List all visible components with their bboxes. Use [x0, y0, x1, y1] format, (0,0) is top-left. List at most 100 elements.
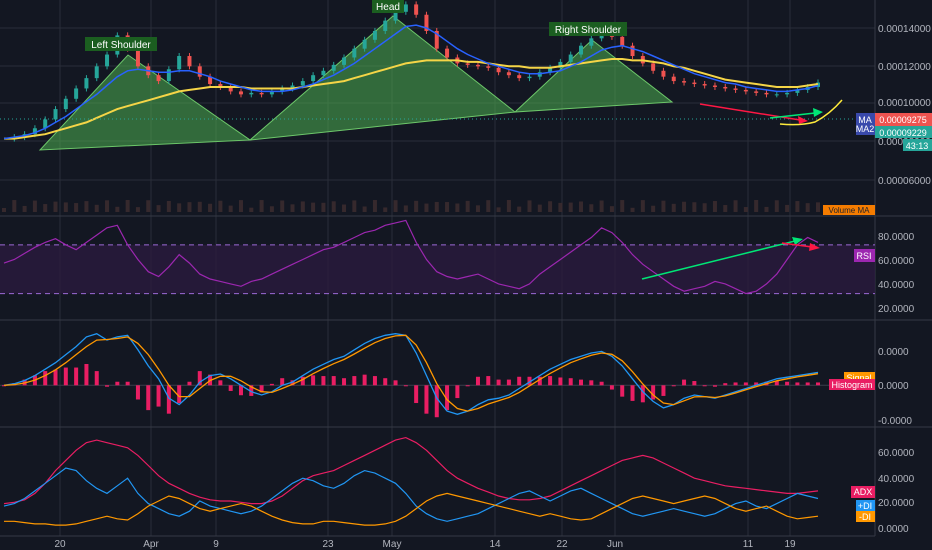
plus-di-badge[interactable]: +DI — [856, 500, 875, 511]
volume-bar — [579, 201, 584, 212]
histogram-badge[interactable]: Histogram — [829, 379, 875, 390]
volume-bar — [32, 200, 37, 212]
price-candle — [105, 54, 110, 67]
price-candle — [445, 48, 450, 58]
adx-badge-label: ADX — [854, 487, 873, 497]
volume-bar — [238, 200, 243, 212]
macd-histogram-bar — [105, 385, 110, 387]
volume-ma-label: Volume MA — [829, 206, 871, 215]
macd-histogram-bar — [434, 385, 439, 418]
volume-bar — [187, 202, 192, 212]
price-tick: 0.00014000 — [878, 24, 931, 35]
price-candle — [197, 66, 202, 77]
volume-bar — [805, 203, 810, 212]
volume-bar — [362, 206, 367, 212]
macd-histogram-bar — [589, 380, 594, 386]
volume-bar — [105, 200, 110, 212]
volume-bar — [125, 200, 130, 212]
macd-histogram-bar — [486, 376, 491, 386]
price-candle — [496, 67, 501, 73]
macd-histogram-bar — [548, 376, 553, 386]
rsi-tick: 20.0000 — [878, 304, 915, 315]
macd-histogram-bar — [568, 378, 573, 386]
price-candle — [774, 94, 779, 96]
volume-bar — [754, 200, 759, 212]
last-price-badge: 0.00009275 — [875, 113, 932, 126]
rsi-tick: 60.0000 — [878, 256, 915, 267]
volume-bar — [2, 208, 6, 212]
minus-di-badge[interactable]: -DI — [856, 511, 875, 522]
time-tick: Apr — [143, 539, 159, 550]
time-tick: 20 — [54, 539, 66, 550]
volume-bar — [609, 206, 614, 212]
volume-bar — [434, 201, 439, 212]
macd-histogram-bar — [785, 381, 790, 386]
volume-bar — [651, 205, 656, 212]
macd-histogram-bar — [321, 376, 326, 386]
volume-bar — [12, 200, 17, 212]
price-candle — [465, 63, 470, 65]
macd-histogram-bar — [620, 385, 625, 397]
price-candle — [372, 30, 377, 40]
pattern-label-right-shoulder: Right Shoulder — [549, 22, 627, 36]
macd-histogram-bar — [372, 376, 377, 386]
volume-bar — [372, 200, 377, 212]
volume-bar — [280, 200, 285, 212]
price-candle — [733, 88, 738, 90]
plus-di-badge-label: +DI — [858, 501, 872, 511]
price-candle — [712, 85, 717, 87]
macd-histogram-bar — [455, 385, 460, 399]
label-right-shoulder: Right Shoulder — [555, 25, 622, 36]
price-candle — [743, 89, 748, 92]
macd-histogram-bar — [156, 385, 161, 407]
volume-bar — [568, 202, 573, 212]
volume-bar — [620, 200, 625, 212]
volume-bar — [671, 203, 676, 212]
price-candle — [692, 82, 697, 85]
volume-bar — [53, 201, 58, 212]
volume-bar — [84, 201, 89, 212]
label-left-shoulder: Left Shoulder — [91, 40, 151, 51]
macd-histogram-bar — [661, 385, 666, 396]
volume-bar — [166, 200, 171, 212]
price-candle — [754, 91, 759, 93]
volume-bar — [723, 205, 728, 212]
ma-legend-badge[interactable]: MA MA2 — [856, 113, 875, 135]
macd-histogram-bar — [125, 381, 130, 386]
time-tick: 11 — [743, 539, 754, 550]
adx-badge[interactable]: ADX — [851, 486, 875, 498]
time-tick: 14 — [489, 539, 501, 550]
volume-bar — [445, 202, 450, 212]
pattern-label-left-shoulder: Left Shoulder — [85, 37, 157, 51]
macd-histogram-bar — [465, 385, 470, 387]
price-candle — [486, 66, 491, 68]
volume-bar — [743, 207, 748, 212]
price-candle — [342, 57, 347, 65]
macd-histogram-bar — [269, 383, 274, 386]
price-candle — [331, 64, 336, 71]
price-candle — [517, 75, 522, 79]
volume-bar — [249, 207, 254, 212]
macd-histogram-bar — [135, 385, 140, 400]
macd-histogram-bar — [579, 379, 584, 386]
time-tick: May — [383, 539, 402, 550]
macd-histogram-bar — [94, 371, 99, 386]
volume-bar — [661, 200, 666, 212]
price-candle — [300, 81, 305, 86]
price-candle — [682, 81, 687, 83]
volume-bar — [589, 204, 594, 212]
macd-histogram-bar — [43, 371, 48, 386]
macd-tick: -0.0000 — [878, 416, 912, 427]
price-candle — [630, 45, 635, 57]
chart-canvas[interactable]: Left Shoulder Head Right Shoulder 0.0001… — [0, 0, 932, 550]
volume-bar — [527, 200, 532, 212]
rsi-badge[interactable]: RSI — [854, 249, 875, 262]
volume-ma-badge[interactable]: Volume MA — [823, 205, 875, 215]
price-candle — [362, 39, 367, 49]
price-candle — [321, 70, 326, 76]
macd-histogram-bar — [218, 380, 223, 386]
price-tick: 0.00010000 — [878, 98, 931, 109]
macd-histogram-bar — [63, 367, 68, 386]
time-tick: 19 — [784, 539, 796, 550]
price-candle — [166, 69, 171, 82]
